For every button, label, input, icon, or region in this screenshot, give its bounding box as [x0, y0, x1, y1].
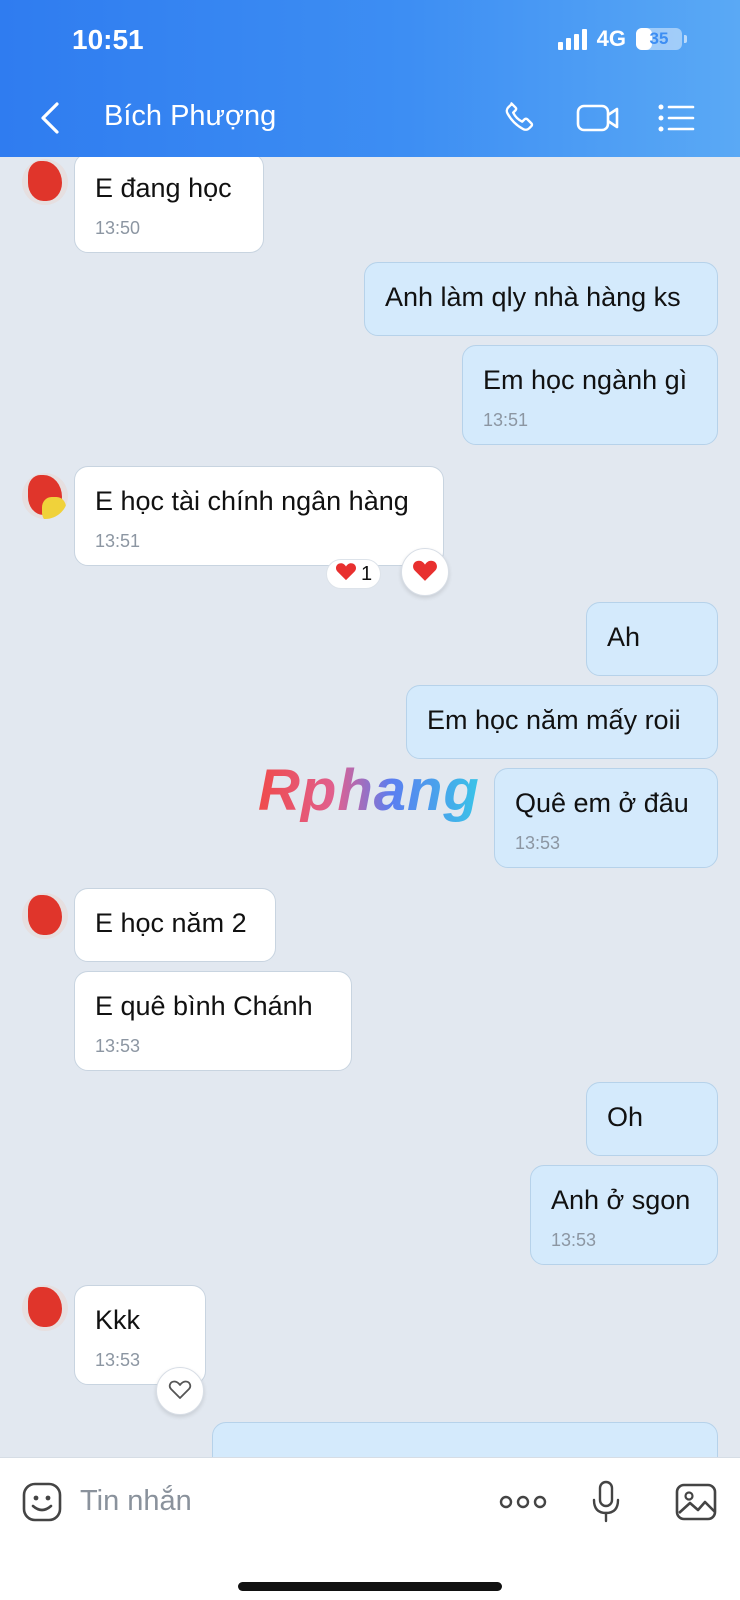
message-bubble-incoming[interactable]: E học tài chính ngân hàng 13:51 [74, 466, 444, 566]
message-time: 13:50 [95, 218, 141, 238]
heart-react-button[interactable] [401, 548, 449, 596]
message-text: Anh ở sgon [551, 1185, 691, 1215]
message-bubble-outgoing[interactable]: Ah [586, 602, 718, 676]
network-type: 4G [596, 26, 626, 51]
message-text: E quê bình Chánh [95, 991, 313, 1021]
reaction-summary[interactable]: 1 [326, 559, 382, 589]
message-text: E học năm 2 [95, 908, 247, 938]
cellular-signal-icon [557, 28, 587, 50]
battery-nub [684, 35, 687, 43]
message-text: Em học năm mấy roii [427, 705, 681, 735]
message-bubble-incoming[interactable]: E quê bình Chánh 13:53 [74, 971, 352, 1071]
react-button[interactable] [156, 1367, 204, 1415]
message-bubble-incoming[interactable]: E đang học 13:50 [74, 157, 264, 253]
message-text: E học tài chính ngân hàng [95, 486, 409, 516]
chat-header: 10:51 4G 35 Bích Phượng [0, 0, 740, 157]
emoji-icon[interactable] [20, 1480, 64, 1524]
message-bubble-outgoing-partial[interactable] [212, 1422, 718, 1457]
heart-icon [412, 558, 438, 587]
list-menu-icon[interactable] [654, 96, 698, 140]
message-bubble-outgoing[interactable]: Em học năm mấy roii [406, 685, 718, 759]
message-text: Em học ngành gì [483, 365, 688, 395]
avatar[interactable] [22, 1285, 68, 1331]
message-time: 13:51 [95, 531, 141, 551]
avatar[interactable] [22, 473, 68, 519]
heart-outline-icon [168, 1378, 192, 1405]
message-text: Kkk [95, 1305, 141, 1335]
phone-icon[interactable] [498, 96, 542, 140]
message-time: 13:53 [95, 1036, 141, 1056]
watermark: Rphang [258, 758, 480, 823]
message-bubble-outgoing[interactable]: Oh [586, 1082, 718, 1156]
heart-reaction-icon [335, 561, 357, 587]
reaction-count: 1 [361, 562, 373, 585]
message-text: Oh [607, 1102, 644, 1132]
message-text: Anh làm qly nhà hàng ks [385, 282, 681, 312]
battery-level: 35 [649, 29, 669, 48]
message-time: 13:51 [483, 410, 529, 430]
avatar[interactable] [22, 159, 68, 205]
battery-icon: 35 [636, 28, 687, 50]
message-bubble-outgoing[interactable]: Anh ở sgon 13:53 [530, 1165, 718, 1265]
home-indicator[interactable] [238, 1582, 502, 1591]
message-time: 13:53 [515, 833, 561, 853]
chevron-left-icon[interactable] [32, 98, 68, 138]
message-bubble-outgoing[interactable]: Quê em ở đâu 13:53 [494, 768, 718, 868]
message-list[interactable]: E đang học 13:50 Anh làm qly nhà hàng ks… [0, 157, 740, 1457]
image-icon[interactable] [674, 1480, 718, 1524]
microphone-icon[interactable] [584, 1480, 628, 1524]
contact-name[interactable]: Bích Phượng [104, 100, 276, 133]
avatar[interactable] [22, 893, 68, 939]
message-text: E đang học [95, 173, 232, 203]
status-indicators: 4G 35 [557, 26, 687, 52]
message-bubble-outgoing[interactable]: Em học ngành gì 13:51 [462, 345, 718, 445]
message-input[interactable] [80, 1476, 460, 1526]
message-time: 13:53 [551, 1230, 597, 1250]
message-composer [0, 1457, 740, 1600]
message-bubble-outgoing[interactable]: Anh làm qly nhà hàng ks [364, 262, 718, 336]
more-dots-icon[interactable] [498, 1480, 548, 1524]
video-camera-icon[interactable] [576, 96, 620, 140]
status-time: 10:51 [72, 24, 144, 55]
message-bubble-incoming[interactable]: E học năm 2 [74, 888, 276, 962]
message-text: Quê em ở đâu [515, 788, 689, 818]
message-text: Ah [607, 622, 641, 652]
